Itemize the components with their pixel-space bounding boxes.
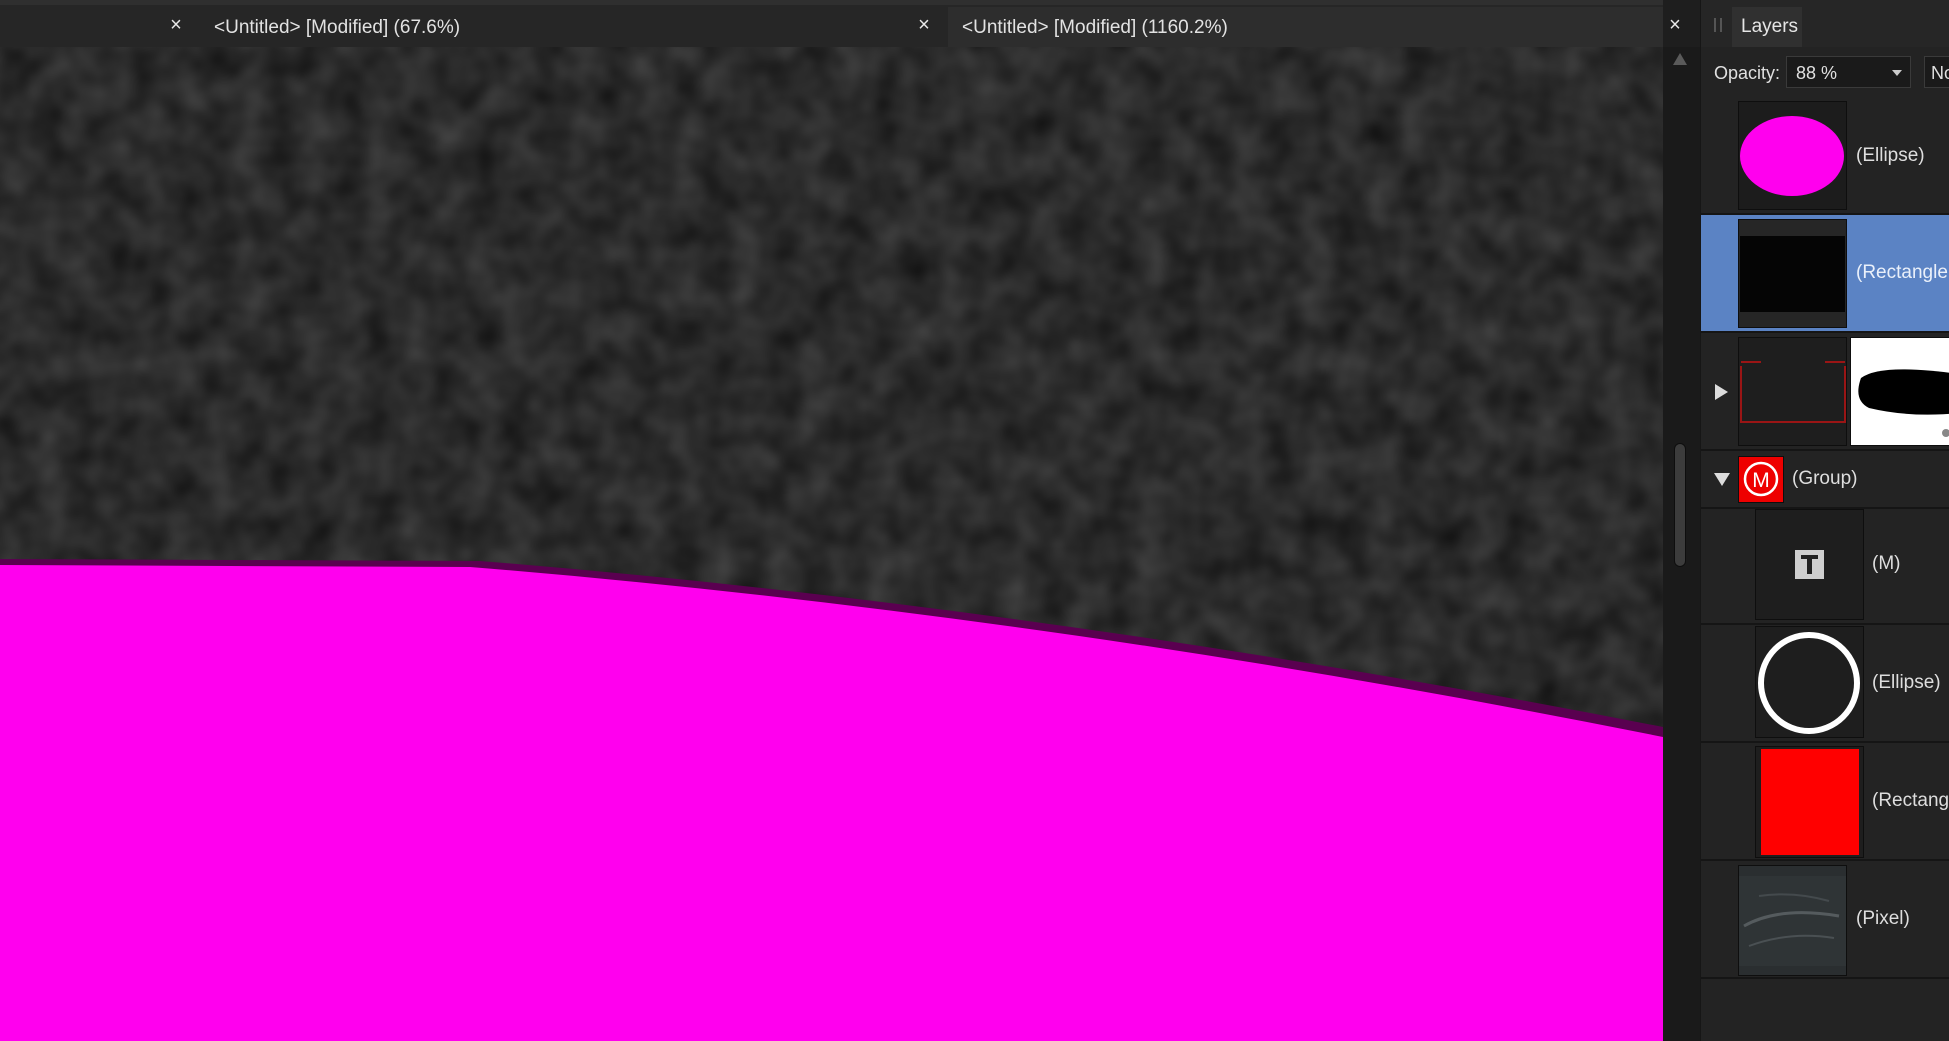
document-tab-2[interactable]: <Untitled> [Modified] (67.6%) × [200,7,948,47]
layer-row-group[interactable]: M (Group) [1701,451,1949,509]
red-bracket-icon [1740,361,1846,423]
scroll-up-arrow-icon[interactable] [1673,53,1687,65]
layer-row-ellipse-ring[interactable]: (Ellipse) [1701,625,1949,743]
tab-bar-top-strip [0,0,1663,5]
logo-letter: M [1752,469,1770,492]
layer-thumbnail [1738,337,1847,446]
layer-name: (Ellipse) [1872,672,1941,693]
circle-m-logo-icon: M [1743,461,1779,497]
layer-thumbnail [1755,746,1864,858]
layer-thumbnail [1738,219,1847,328]
red-rectangle-icon [1761,749,1859,855]
blend-mode-value: No [1931,63,1949,83]
layers-toolbar: Opacity: 88 % No [1701,47,1949,98]
black-rectangle-icon [1740,236,1845,312]
canvas-artwork [0,47,1663,1041]
layer-row-pixel[interactable]: (Pixel) [1701,861,1949,979]
layer-thumbnail [1755,509,1864,620]
tab-label: <Untitled> [Modified] (67.6%) [214,17,461,38]
document-canvas[interactable] [0,47,1663,1041]
close-icon[interactable]: × [913,14,935,36]
layer-row-pixel-masked[interactable] [1701,333,1949,451]
layer-name: (M) [1872,553,1901,574]
document-tab-bar: × <Untitled> [Modified] (67.6%) × <Untit… [0,0,1681,47]
text-T-icon [1795,550,1824,579]
document-tab-3-active[interactable]: <Untitled> [Modified] (1160.2%) × [948,7,1681,47]
chevron-down-icon [1892,70,1902,76]
layer-row-rectangle-selected[interactable]: (Rectangle [1701,215,1949,333]
mask-thumbnail [1850,337,1949,446]
layer-row-red-rectangle[interactable]: (Rectang [1701,743,1949,861]
layer-name: (Ellipse) [1856,145,1925,166]
layer-row-ellipse[interactable]: (Ellipse) [1701,98,1949,215]
document-tab-1[interactable]: × [0,7,200,47]
magenta-ellipse-icon [1740,116,1844,196]
layer-name: (Rectangle [1856,262,1948,283]
tab-layers[interactable]: Layers [1732,7,1802,47]
layer-thumbnail [1738,101,1847,210]
layer-thumbnail: M [1738,456,1784,503]
panel-grip-icon[interactable] [1714,18,1722,32]
layer-row-text-m[interactable]: (M) [1701,509,1949,625]
layer-name: (Pixel) [1856,908,1910,929]
layers-tab-label: Layers [1741,16,1799,37]
layer-thumbnail [1738,865,1847,976]
layers-panel: Layers Opacity: 88 % No (Ellipse) (Recta… [1700,0,1949,1041]
scrollbar-thumb[interactable] [1674,443,1686,567]
layer-name: (Rectang [1872,790,1949,811]
collapse-arrow-icon[interactable] [1714,473,1730,486]
close-icon[interactable]: × [1664,14,1686,36]
layer-name: (Group) [1792,468,1858,489]
opacity-label: Opacity: [1714,63,1781,83]
opacity-value: 88 % [1796,63,1838,83]
dark-texture-icon [1739,876,1846,966]
close-icon[interactable]: × [165,14,187,36]
brush-stroke-mask-icon [1858,369,1949,437]
expand-arrow-icon[interactable] [1715,384,1728,400]
white-ring-icon [1758,632,1860,734]
layer-thumbnail [1755,626,1864,738]
tab-label: <Untitled> [Modified] (1160.2%) [962,17,1228,38]
opacity-dropdown[interactable]: 88 % [1786,56,1911,88]
blend-mode-dropdown[interactable]: No [1924,56,1949,88]
canvas-vertical-scrollbar[interactable] [1663,47,1700,1041]
panel-header: Layers [1701,0,1949,47]
